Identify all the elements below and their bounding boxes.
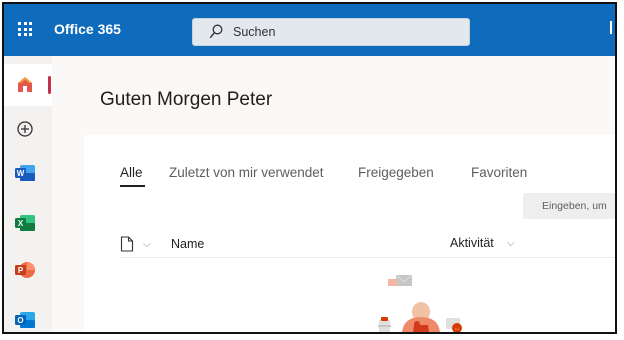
main-content: Guten Morgen Peter Alle Zuletzt von mir …	[52, 56, 615, 332]
rail-item-word[interactable]: W	[4, 153, 52, 193]
rail-item-excel[interactable]: X	[4, 203, 52, 243]
chevron-down-icon[interactable]: ⌵	[143, 239, 151, 250]
app-name[interactable]: Office 365	[54, 21, 121, 37]
active-tab-indicator	[120, 185, 145, 187]
svg-text:P: P	[18, 266, 24, 275]
header-divider	[120, 257, 615, 258]
svg-text:...: ...	[454, 326, 459, 332]
rail-item-home[interactable]	[4, 64, 52, 106]
home-icon	[18, 77, 32, 92]
powerpoint-icon: P	[15, 262, 35, 278]
topbar-clipped-item	[610, 21, 612, 34]
search-icon	[209, 24, 223, 39]
rail-item-outlook[interactable]: O	[4, 300, 52, 332]
column-header-activity[interactable]: Aktivität	[450, 236, 494, 250]
app-window: Office 365 Suchen W X P O Guten Morgen P…	[2, 2, 617, 334]
rail-item-create[interactable]	[4, 108, 52, 148]
page-title: Guten Morgen Peter	[100, 89, 273, 110]
chevron-down-icon[interactable]: ⌵	[507, 238, 515, 249]
file-type-icon[interactable]	[120, 236, 134, 252]
active-indicator	[48, 76, 51, 94]
documents-card: Alle Zuletzt von mir verwendet Freigegeb…	[84, 135, 615, 332]
app-launcher-icon[interactable]	[18, 22, 32, 36]
empty-state-illustration: ...	[378, 274, 462, 332]
column-header-name[interactable]: Name	[171, 237, 204, 251]
top-bar: Office 365 Suchen	[4, 4, 615, 56]
svg-text:X: X	[18, 219, 24, 228]
tab-favoriten[interactable]: Favoriten	[471, 165, 527, 180]
tab-freigegeben[interactable]: Freigegeben	[358, 165, 434, 180]
outlook-icon: O	[15, 312, 35, 328]
left-rail: W X P O	[4, 56, 52, 332]
svg-text:W: W	[17, 169, 25, 178]
tab-alle[interactable]: Alle	[120, 165, 143, 180]
filter-input[interactable]: Eingeben, um	[523, 193, 615, 219]
rail-item-powerpoint[interactable]: P	[4, 250, 52, 290]
search-placeholder: Suchen	[233, 25, 276, 39]
excel-icon: X	[15, 215, 35, 231]
search-input[interactable]: Suchen	[192, 18, 470, 46]
word-icon: W	[15, 165, 35, 181]
add-circle-icon	[17, 121, 33, 137]
svg-text:O: O	[17, 316, 23, 325]
tab-zuletzt[interactable]: Zuletzt von mir verwendet	[169, 165, 324, 180]
filter-placeholder: Eingeben, um	[542, 200, 607, 212]
